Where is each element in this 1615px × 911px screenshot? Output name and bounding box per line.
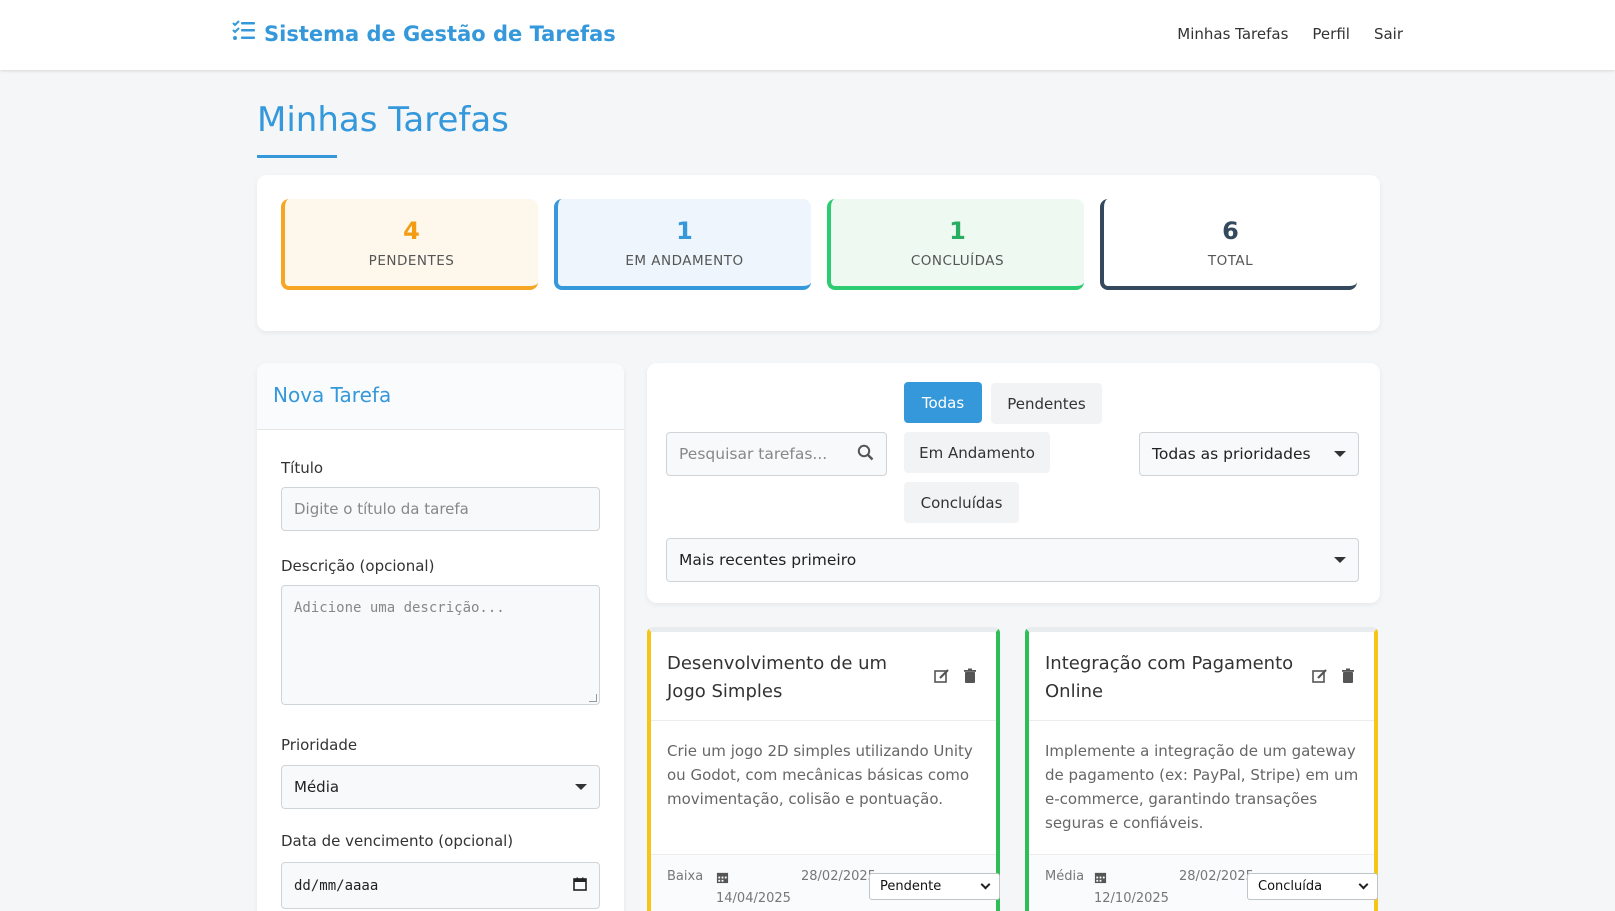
new-task-form: Nova Tarefa Título Digite o título da ta… xyxy=(257,363,624,911)
filter-button-em-andamento[interactable]: Em Andamento xyxy=(904,432,1050,473)
edit-icon[interactable] xyxy=(1312,668,1328,688)
search-input[interactable]: Pesquisar tarefas... xyxy=(666,432,887,476)
trash-icon[interactable] xyxy=(962,668,978,688)
task-due-date: 12/10/2025 xyxy=(1094,891,1169,906)
description-label: Descrição (opcional) xyxy=(281,557,435,575)
task-status-select[interactable]: Concluída xyxy=(1247,873,1378,900)
stat-card-pendentes: 4 PENDENTES xyxy=(281,199,538,290)
caret-down-icon xyxy=(1334,451,1346,457)
title-placeholder: Digite o título da tarefa xyxy=(294,500,469,518)
search-icon[interactable] xyxy=(857,444,874,465)
task-description: Crie um jogo 2D simples utilizando Unity… xyxy=(667,742,973,808)
task-list-icon xyxy=(232,20,256,47)
task-footer: Baixa 28/02/2025 14/04/2025 Pendente xyxy=(651,854,1000,911)
task-footer: Média 28/02/2025 12/10/2025 Concluída xyxy=(1029,854,1378,911)
caret-down-icon xyxy=(575,784,587,790)
task-status-value: Concluída xyxy=(1258,879,1323,894)
stat-card-concluidas: 1 CONCLUÍDAS xyxy=(827,199,1084,290)
task-priority: Média xyxy=(1045,869,1085,884)
resize-handle[interactable] xyxy=(589,694,597,702)
nav-link-perfil[interactable]: Perfil xyxy=(1312,25,1350,43)
task-actions xyxy=(1312,668,1356,688)
priority-filter-select[interactable]: Todas as prioridades xyxy=(1139,432,1359,476)
task-due-date: 14/04/2025 xyxy=(716,891,791,906)
title-underline xyxy=(257,155,337,158)
nav-link-minhas-tarefas[interactable]: Minhas Tarefas xyxy=(1177,25,1288,43)
form-header: Nova Tarefa xyxy=(257,363,624,430)
page-title: Minhas Tarefas xyxy=(257,100,509,140)
description-textarea[interactable]: Adicione uma descrição... xyxy=(281,585,600,705)
edit-icon[interactable] xyxy=(934,668,950,688)
calendar-icon xyxy=(1094,869,1108,884)
task-actions xyxy=(934,668,978,688)
card-divider xyxy=(651,720,996,721)
task-card: Integração com Pagamento Online Implemen… xyxy=(1025,627,1378,911)
chevron-down-icon xyxy=(980,879,991,890)
stat-card-total: 6 TOTAL xyxy=(1100,199,1357,290)
filter-button-concluidas[interactable]: Concluídas xyxy=(904,482,1019,523)
stat-label: EM ANDAMENTO xyxy=(625,253,744,269)
task-status-value: Pendente xyxy=(880,879,942,894)
title-input[interactable]: Digite o título da tarefa xyxy=(281,487,600,531)
priority-label: Prioridade xyxy=(281,736,358,754)
top-navbar: Sistema de Gestão de Tarefas Minhas Tare… xyxy=(0,0,1615,70)
task-card: Desenvolvimento de um Jogo Simples Crie … xyxy=(647,627,1000,911)
chevron-down-icon xyxy=(1358,879,1369,890)
stats-panel: 4 PENDENTES 1 EM ANDAMENTO 1 CONCLUÍDAS … xyxy=(257,175,1380,331)
due-date-label: Data de vencimento (opcional) xyxy=(281,832,514,850)
search-placeholder: Pesquisar tarefas... xyxy=(679,445,828,463)
brand[interactable]: Sistema de Gestão de Tarefas xyxy=(232,20,616,47)
calendar-icon xyxy=(716,869,730,884)
trash-icon[interactable] xyxy=(1340,668,1356,688)
filter-panel: Pesquisar tarefas... Todas Pendentes Em … xyxy=(647,363,1380,603)
sort-value: Mais recentes primeiro xyxy=(679,551,857,569)
task-created-date: 28/02/2025 xyxy=(1179,869,1254,884)
due-date-input[interactable]: dd/mm/aaaa xyxy=(281,862,600,909)
task-title: Integração com Pagamento Online xyxy=(1045,653,1294,702)
stat-card-em-andamento: 1 EM ANDAMENTO xyxy=(554,199,811,290)
priority-select[interactable]: Média xyxy=(281,765,600,809)
stat-value: 1 xyxy=(676,217,693,245)
stat-label: PENDENTES xyxy=(368,253,455,269)
task-created-date: 28/02/2025 xyxy=(801,869,876,884)
priority-value: Média xyxy=(294,778,340,796)
task-status-select[interactable]: Pendente xyxy=(869,873,1000,900)
due-date-placeholder: dd/mm/aaaa xyxy=(294,877,379,894)
task-priority: Baixa xyxy=(667,869,704,884)
stat-value: 1 xyxy=(949,217,966,245)
filter-button-pendentes[interactable]: Pendentes xyxy=(991,383,1102,424)
description-placeholder: Adicione uma descrição... xyxy=(294,600,505,616)
nav-link-sair[interactable]: Sair xyxy=(1374,25,1403,43)
priority-filter-value: Todas as prioridades xyxy=(1152,445,1311,463)
brand-title: Sistema de Gestão de Tarefas xyxy=(264,21,616,46)
nav-links: Minhas Tarefas Perfil Sair xyxy=(1177,25,1403,43)
stat-label: CONCLUÍDAS xyxy=(910,253,1005,269)
filter-button-todas[interactable]: Todas xyxy=(904,382,982,423)
stat-value: 6 xyxy=(1222,217,1239,245)
card-divider xyxy=(1029,720,1374,721)
task-description: Implemente a integração de um gateway de… xyxy=(1045,742,1359,832)
title-label: Título xyxy=(281,459,324,477)
stat-label: TOTAL xyxy=(1207,253,1254,269)
stat-value: 4 xyxy=(403,217,420,245)
task-title: Desenvolvimento de um Jogo Simples xyxy=(667,653,888,702)
calendar-icon[interactable] xyxy=(573,877,587,895)
caret-down-icon xyxy=(1334,557,1346,563)
sort-select[interactable]: Mais recentes primeiro xyxy=(666,538,1359,582)
